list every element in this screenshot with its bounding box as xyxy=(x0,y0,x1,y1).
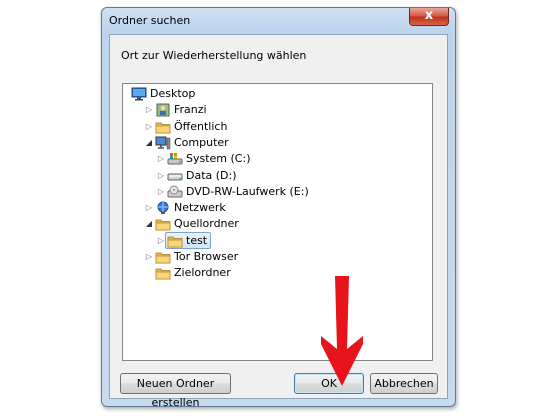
tree-item-label: System (C:) xyxy=(186,152,251,166)
folder-icon xyxy=(155,266,171,280)
tree-item[interactable]: ▷ test xyxy=(123,233,423,249)
dvd-drive-icon xyxy=(167,185,183,199)
folder-icon xyxy=(155,217,171,231)
collapsed-triangle-icon[interactable]: ▷ xyxy=(157,233,165,249)
close-button[interactable]: x xyxy=(409,8,449,26)
tree-item[interactable]: ▷ Franzi xyxy=(123,102,423,118)
folder-browse-dialog: Ordner suchen x Ort zur Wiederherstellun… xyxy=(101,7,456,409)
tree-item-label: DVD-RW-Laufwerk (E:) xyxy=(186,184,309,198)
tree-item-label: Netzwerk xyxy=(174,201,226,215)
tree-item-label: Quellordner xyxy=(174,217,239,231)
collapsed-triangle-icon[interactable]: ▷ xyxy=(157,151,165,167)
folder-tree[interactable]: Desktop ▷ Franzi ▷ Öffentlich ◢ Computer ▷ Syste… xyxy=(122,83,433,361)
tree-item[interactable]: ◢ Quellordner xyxy=(123,216,423,232)
dialog-body: Ort zur Wiederherstellung wählen Desktop… xyxy=(109,34,448,409)
tree-item[interactable]: ▷ Öffentlich xyxy=(123,119,423,135)
tree-item[interactable]: ▷ Netzwerk xyxy=(123,200,423,216)
hard-drive-icon xyxy=(167,169,183,183)
expanded-triangle-icon[interactable]: ◢ xyxy=(145,135,153,151)
tree-item[interactable]: Desktop xyxy=(123,86,423,102)
tree-item[interactable]: ▷ DVD-RW-Laufwerk (E:) xyxy=(123,184,423,200)
collapsed-triangle-icon[interactable]: ▷ xyxy=(145,119,153,135)
folder-icon xyxy=(155,120,171,134)
tree-item[interactable]: ▷ System (C:) xyxy=(123,151,423,167)
tree-item-label: Zielordner xyxy=(174,266,231,280)
folder-icon xyxy=(155,250,171,264)
dialog-title: Ordner suchen xyxy=(109,14,191,27)
collapsed-triangle-icon[interactable]: ▷ xyxy=(157,184,165,200)
tree-item-label: Öffentlich xyxy=(174,119,228,133)
collapsed-triangle-icon[interactable]: ▷ xyxy=(145,249,153,265)
red-arrow-annotation xyxy=(321,276,363,386)
tree-item[interactable]: ▷ Tor Browser xyxy=(123,249,423,265)
tree-item-label: Data (D:) xyxy=(186,168,237,182)
network-icon xyxy=(155,201,171,215)
tree-item-label: Tor Browser xyxy=(174,250,239,263)
tree-item[interactable]: Zielordner xyxy=(123,265,423,281)
system-drive-icon xyxy=(167,152,183,166)
tree-item-label: Franzi xyxy=(174,103,207,117)
tree-item-label: test xyxy=(186,233,208,247)
collapsed-triangle-icon[interactable]: ▷ xyxy=(145,102,153,118)
expanded-triangle-icon[interactable]: ◢ xyxy=(145,216,153,232)
title-bar[interactable]: Ordner suchen x xyxy=(102,8,455,34)
instruction-text: Ort zur Wiederherstellung wählen xyxy=(121,49,307,62)
desktop-icon xyxy=(131,87,147,101)
computer-icon xyxy=(155,136,171,150)
tree-item[interactable]: ◢ Computer xyxy=(123,135,423,151)
tree-item-label: Computer xyxy=(174,135,229,149)
collapsed-triangle-icon[interactable]: ▷ xyxy=(157,168,165,184)
collapsed-triangle-icon[interactable]: ▷ xyxy=(145,200,153,216)
new-folder-button[interactable]: Neuen Ordner erstellen xyxy=(120,373,231,409)
folder-icon xyxy=(167,234,183,248)
tree-item[interactable]: ▷ Data (D:) xyxy=(123,168,423,184)
user-folder-icon xyxy=(155,103,171,117)
tree-item-label: Desktop xyxy=(150,87,196,100)
close-icon: x xyxy=(424,8,434,23)
cancel-button[interactable]: Abbrechen xyxy=(370,373,438,394)
